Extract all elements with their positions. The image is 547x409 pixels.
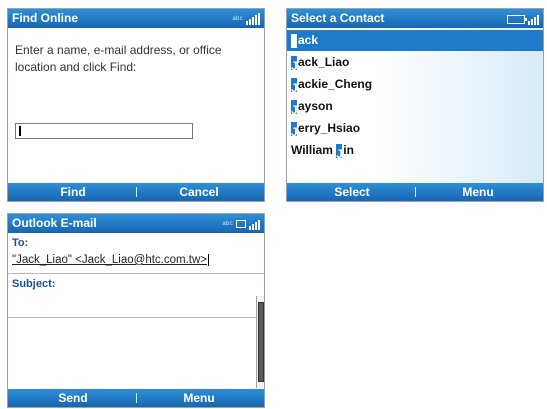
- contact-item[interactable]: Jack: [287, 30, 543, 51]
- battery-icon: [507, 14, 527, 24]
- contact-name-first: William: [291, 143, 337, 157]
- status-area: abc: [222, 214, 260, 233]
- status-area: [507, 9, 539, 28]
- scroll-thumb[interactable]: [258, 302, 264, 382]
- instruction-text: Enter a name, e-mail address, or office …: [15, 43, 222, 74]
- match-highlight: J: [336, 143, 343, 161]
- contact-name: in: [343, 143, 354, 157]
- contact-name: ackie_Cheng: [298, 77, 373, 91]
- message-icon: [236, 219, 246, 228]
- vertical-scrollbar[interactable]: [256, 296, 264, 388]
- contact-item[interactable]: Jayson: [287, 96, 543, 117]
- send-softkey[interactable]: Send: [18, 389, 128, 407]
- menu-softkey[interactable]: Menu: [144, 389, 254, 407]
- screen-title: Outlook E-mail: [12, 216, 97, 230]
- field-divider: [8, 273, 264, 274]
- signal-strength-icon: [249, 218, 260, 230]
- recipient-address: "Jack_Liao" <Jack_Liao@htc.com.tw>: [12, 254, 207, 267]
- contact-list: Jack Jack_Liao Jackie_Cheng Jayson Jerry…: [287, 28, 543, 183]
- softkey-divider: [415, 187, 416, 197]
- contact-name: ack: [298, 33, 319, 47]
- search-input[interactable]: [15, 123, 193, 139]
- to-label: To:: [12, 237, 29, 249]
- screen-title: Select a Contact: [291, 11, 385, 25]
- to-field[interactable]: "Jack_Liao" <Jack_Liao@htc.com.tw>: [12, 254, 209, 266]
- screen-title: Find Online: [12, 11, 78, 25]
- match-highlight: J: [291, 99, 298, 117]
- contact-name: ack_Liao: [298, 55, 350, 69]
- find-online-screen: Find Online abc Enter a name, e-mail add…: [7, 8, 265, 202]
- contact-name: erry_Hsiao: [298, 121, 361, 135]
- match-highlight: J: [291, 55, 298, 73]
- outlook-email-screen: Outlook E-mail abc To: "Jack_Liao" <Jack…: [7, 213, 265, 408]
- cancel-softkey[interactable]: Cancel: [144, 183, 254, 201]
- select-contact-screen: Select a Contact Jack Jack_Liao Jackie_C…: [286, 8, 544, 202]
- signal-strength-icon: [246, 12, 260, 25]
- contact-item[interactable]: Jackie_Cheng: [287, 74, 543, 95]
- title-bar: Outlook E-mail abc: [8, 214, 264, 233]
- softkey-bar: Find Cancel: [8, 183, 264, 201]
- email-compose-body: To: "Jack_Liao" <Jack_Liao@htc.com.tw> S…: [8, 233, 264, 389]
- softkey-divider: [136, 187, 137, 197]
- match-highlight: J: [291, 121, 298, 139]
- field-divider: [8, 317, 264, 318]
- input-mode-indicator: abc: [222, 221, 233, 227]
- title-bar: Select a Contact: [287, 9, 543, 28]
- find-softkey[interactable]: Find: [18, 183, 128, 201]
- softkey-divider: [136, 393, 137, 403]
- subject-label: Subject:: [12, 278, 56, 290]
- signal-strength-icon: [528, 13, 539, 25]
- text-cursor: [208, 254, 209, 266]
- title-bar: Find Online abc: [8, 9, 264, 28]
- menu-softkey[interactable]: Menu: [423, 183, 533, 201]
- find-online-body: Enter a name, e-mail address, or office …: [8, 28, 264, 183]
- input-mode-indicator: abc: [232, 16, 243, 22]
- contact-item[interactable]: Jack_Liao: [287, 52, 543, 73]
- contact-name: ayson: [298, 99, 333, 113]
- contact-item[interactable]: William Jin: [287, 140, 543, 161]
- select-softkey[interactable]: Select: [297, 183, 407, 201]
- softkey-bar: Select Menu: [287, 183, 543, 201]
- match-highlight: J: [291, 77, 298, 95]
- status-area: abc: [232, 9, 260, 28]
- text-cursor: [19, 126, 21, 136]
- softkey-bar: Send Menu: [8, 389, 264, 407]
- contact-item[interactable]: Jerry_Hsiao: [287, 118, 543, 139]
- match-highlight: J: [291, 33, 298, 51]
